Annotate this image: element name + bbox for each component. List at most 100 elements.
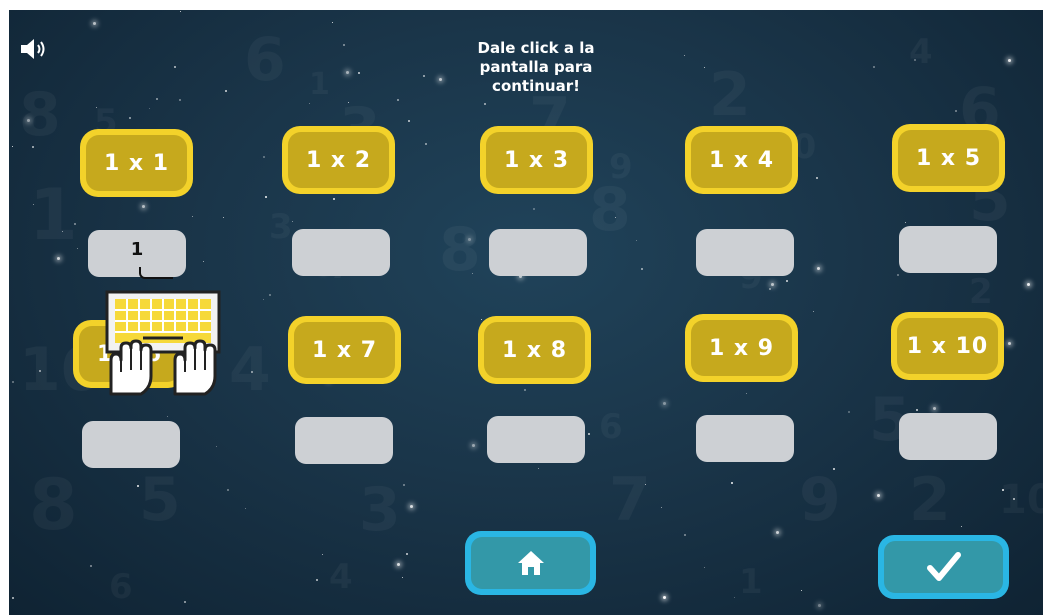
star	[406, 553, 408, 555]
tile-1x3[interactable]: 1 x 3	[480, 126, 593, 194]
star	[704, 67, 705, 68]
star	[684, 534, 686, 536]
star	[801, 590, 802, 591]
tile-1x5[interactable]: 1 x 5	[892, 124, 1005, 192]
star	[223, 217, 224, 218]
star	[74, 223, 76, 225]
star	[227, 489, 229, 491]
star	[472, 273, 473, 274]
star	[961, 526, 962, 527]
answer-input-1x2[interactable]	[292, 229, 390, 276]
tile-label: 1 x 1	[86, 135, 187, 191]
home-button[interactable]	[465, 531, 596, 595]
tile-1x2[interactable]: 1 x 2	[282, 126, 395, 194]
star	[663, 596, 666, 599]
star	[818, 604, 821, 607]
star	[425, 143, 427, 145]
star	[817, 267, 820, 270]
star	[905, 222, 906, 223]
star	[636, 240, 637, 241]
answer-input-1x5[interactable]	[899, 226, 997, 273]
answer-input-1x9[interactable]	[696, 415, 794, 462]
star	[184, 601, 186, 603]
star	[397, 563, 400, 566]
star	[524, 389, 526, 391]
answer-input-1x4[interactable]	[696, 229, 794, 276]
star	[167, 416, 168, 417]
check-answers-button[interactable]	[878, 535, 1009, 599]
tile-1x7[interactable]: 1 x 7	[288, 316, 401, 384]
check-button-face	[884, 541, 1003, 593]
background-number: 9	[799, 470, 841, 530]
background-number: 5	[139, 470, 181, 530]
star	[813, 311, 814, 312]
star	[322, 554, 323, 555]
star	[816, 177, 818, 179]
tile-label: 1 x 7	[294, 322, 395, 378]
star	[332, 22, 333, 23]
star	[877, 494, 880, 497]
answer-input-1x8[interactable]	[487, 416, 585, 463]
background-number: 3	[269, 210, 293, 244]
star	[12, 146, 13, 147]
star	[358, 72, 360, 74]
sound-toggle-button[interactable]	[19, 38, 49, 60]
star	[33, 204, 34, 205]
tile-label: 1 x 9	[691, 320, 792, 376]
star	[265, 196, 267, 198]
answer-input-1x3[interactable]	[489, 229, 587, 276]
background-number: 8	[29, 470, 78, 540]
star	[251, 371, 253, 373]
background-number: 1	[739, 565, 763, 599]
tile-label: 1 x 4	[691, 132, 792, 188]
background-number: 8	[19, 85, 61, 145]
tile-label: 1 x 5	[898, 130, 999, 186]
home-button-face	[471, 537, 590, 589]
star	[955, 110, 957, 112]
tile-1x9[interactable]: 1 x 9	[685, 314, 798, 382]
star	[149, 108, 150, 109]
star	[771, 283, 774, 286]
star	[32, 146, 34, 148]
star	[174, 66, 176, 68]
answer-value: 1	[130, 239, 144, 260]
tile-1x4[interactable]: 1 x 4	[685, 126, 798, 194]
answer-input-1x6[interactable]	[82, 421, 180, 468]
star	[216, 446, 217, 447]
star	[1027, 283, 1030, 286]
star	[615, 217, 616, 218]
keyboard-hands-icon	[105, 290, 221, 396]
text-caret	[139, 267, 173, 279]
star	[180, 11, 181, 12]
background-number: 10	[999, 480, 1043, 520]
star	[39, 370, 41, 372]
star	[423, 75, 425, 77]
star	[848, 411, 850, 413]
star	[538, 468, 539, 469]
answer-input-1x7[interactable]	[295, 417, 393, 464]
star	[12, 381, 14, 383]
star	[137, 485, 139, 487]
background-number: 6	[109, 570, 133, 604]
star	[468, 238, 471, 241]
star	[1002, 489, 1004, 491]
background-number: 6	[244, 30, 286, 90]
answer-input-1x1[interactable]: 1	[88, 230, 186, 279]
star	[129, 117, 131, 119]
tile-1x1[interactable]: 1 x 1	[80, 129, 193, 197]
background-number: 4	[909, 35, 933, 69]
star	[245, 508, 246, 509]
background-number: 8	[589, 180, 631, 240]
keyboard-hint	[101, 290, 227, 400]
star	[192, 216, 193, 217]
tile-label: 1 x 8	[484, 322, 585, 378]
star	[641, 268, 643, 270]
star	[704, 567, 705, 568]
game-screen[interactable]: 6185379210461853792104618537921046185 Da…	[9, 10, 1043, 615]
star	[62, 231, 63, 232]
star	[348, 102, 349, 103]
answer-input-1x10[interactable]	[899, 413, 997, 460]
tile-1x8[interactable]: 1 x 8	[478, 316, 591, 384]
tile-1x10[interactable]: 1 x 10	[891, 312, 1004, 380]
star	[263, 156, 265, 158]
